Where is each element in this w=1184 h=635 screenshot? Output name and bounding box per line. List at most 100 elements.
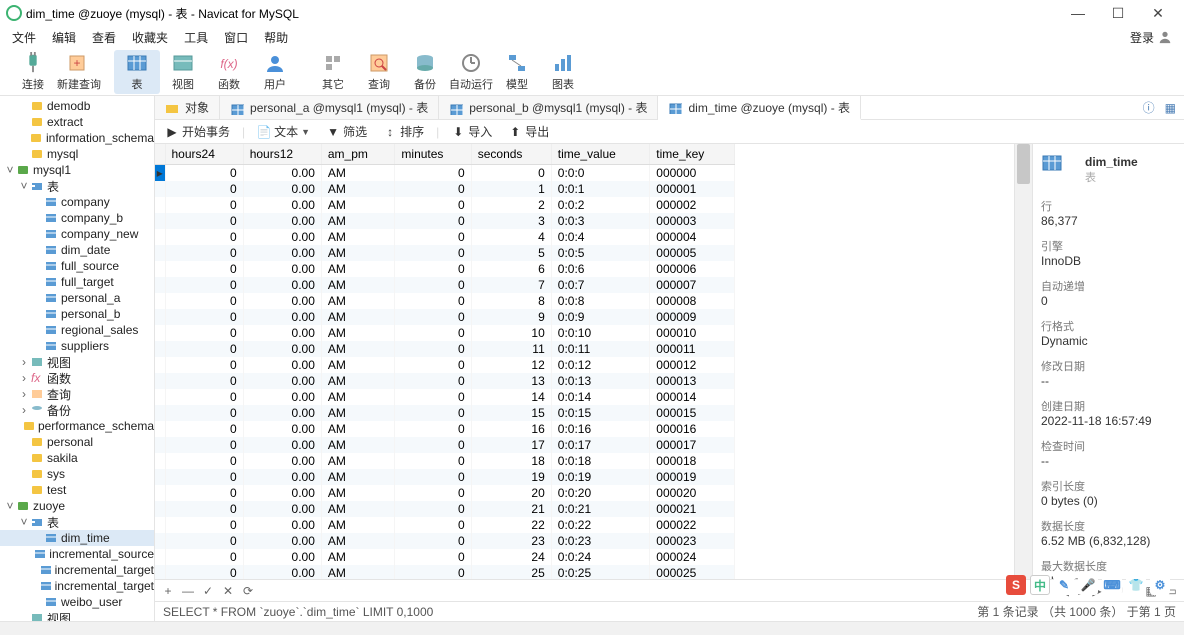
tree-node-company_new[interactable]: company_new [0, 226, 154, 242]
tree-node-company_b[interactable]: company_b [0, 210, 154, 226]
col-minutes[interactable]: minutes [395, 144, 471, 164]
table-row[interactable]: 00.00AM0150:0:15000015 [155, 405, 735, 421]
tree-node-表[interactable]: ˅表 [0, 178, 154, 194]
table-row[interactable]: 00.00AM040:0:4000004 [155, 229, 735, 245]
vertical-scrollbar[interactable] [1014, 144, 1032, 579]
menu-3[interactable]: 收藏夹 [124, 27, 176, 48]
table-row[interactable]: 00.00AM070:0:7000007 [155, 277, 735, 293]
tree-node-视图[interactable]: 视图 [0, 610, 154, 621]
close-button[interactable]: ✕ [1138, 5, 1178, 22]
table-row[interactable]: ▸00.00AM000:0:0000000 [155, 164, 735, 181]
tree-node-表[interactable]: ˅表 [0, 514, 154, 530]
tree-node-查询[interactable]: ›查询 [0, 386, 154, 402]
tree-node-函数[interactable]: ›fx函数 [0, 370, 154, 386]
menu-4[interactable]: 工具 [176, 27, 216, 48]
subtb-filter-button[interactable]: ▼筛选 [322, 122, 371, 142]
toolbar-plug-button[interactable]: 连接 [10, 50, 56, 94]
col-time_value[interactable]: time_value [551, 144, 650, 164]
tree-node-personal[interactable]: personal [0, 434, 154, 450]
tree-node-extract[interactable]: extract [0, 114, 154, 130]
tree-node-zuoye[interactable]: ˅zuoye [0, 498, 154, 514]
refresh-button[interactable]: ⟳ [241, 584, 255, 598]
tree-node-information_schema[interactable]: information_schema [0, 130, 154, 146]
twisty-icon[interactable]: ˅ [4, 163, 16, 177]
menu-6[interactable]: 帮助 [256, 27, 296, 48]
table-row[interactable]: 00.00AM0220:0:22000022 [155, 517, 735, 533]
tree-node-test[interactable]: test [0, 482, 154, 498]
toolbar-view-button[interactable]: 视图 [160, 50, 206, 94]
table-row[interactable]: 00.00AM0160:0:16000016 [155, 421, 735, 437]
col-seconds[interactable]: seconds [471, 144, 551, 164]
table-row[interactable]: 00.00AM0120:0:12000012 [155, 357, 735, 373]
tab-对象[interactable]: 对象 [155, 96, 220, 119]
menu-0[interactable]: 文件 [4, 27, 44, 48]
commit-button[interactable]: ✓ [201, 584, 215, 598]
tree-node-company[interactable]: company [0, 194, 154, 210]
tree-node-incremental_target[interactable]: incremental_target [0, 578, 154, 594]
col-am_pm[interactable]: am_pm [321, 144, 395, 164]
grid-icon[interactable]: ▦ [1165, 101, 1176, 115]
menu-2[interactable]: 查看 [84, 27, 124, 48]
toolbar-other-button[interactable]: 其它 [310, 50, 356, 94]
subtb-txt-button[interactable]: 📄文本 ▼ [253, 122, 314, 142]
delete-row-button[interactable]: — [181, 584, 195, 598]
twisty-icon[interactable]: › [18, 387, 30, 401]
table-row[interactable]: 00.00AM0230:0:23000023 [155, 533, 735, 549]
toolbar-newq-button[interactable]: +新建查询 [56, 50, 102, 94]
tree-node-suppliers[interactable]: suppliers [0, 338, 154, 354]
tree-node-sakila[interactable]: sakila [0, 450, 154, 466]
tree-node-mysql1[interactable]: ˅mysql1 [0, 162, 154, 178]
data-grid[interactable]: hours24hours12am_pmminutessecondstime_va… [155, 144, 1014, 579]
tab-personal_b[interactable]: personal_b @mysql1 (mysql) - 表 [439, 96, 658, 119]
subtb-tx-button[interactable]: ▶开始事务 [161, 122, 234, 142]
toolbar-user-button[interactable]: 用户 [252, 50, 298, 94]
table-row[interactable]: 00.00AM0210:0:21000021 [155, 501, 735, 517]
table-row[interactable]: 00.00AM080:0:8000008 [155, 293, 735, 309]
toolbar-chart-button[interactable]: 图表 [540, 50, 586, 94]
tree-node-dim_date[interactable]: dim_date [0, 242, 154, 258]
tab-dim_time[interactable]: dim_time @zuoye (mysql) - 表 [658, 96, 861, 120]
table-row[interactable]: 00.00AM090:0:9000009 [155, 309, 735, 325]
tree-node-weibo_user[interactable]: weibo_user [0, 594, 154, 610]
toolbar-table-button[interactable]: 表 [114, 50, 160, 94]
tree-node-full_source[interactable]: full_source [0, 258, 154, 274]
col-hours12[interactable]: hours12 [243, 144, 321, 164]
table-row[interactable]: 00.00AM050:0:5000005 [155, 245, 735, 261]
sidebar-tree[interactable]: demodbextractinformation_schemamysql˅mys… [0, 96, 155, 621]
table-row[interactable]: 00.00AM0190:0:19000019 [155, 469, 735, 485]
maximize-button[interactable]: ☐ [1098, 5, 1138, 22]
toolbar-fx-button[interactable]: f(x)函数 [206, 50, 252, 94]
table-row[interactable]: 00.00AM0140:0:14000014 [155, 389, 735, 405]
table-row[interactable]: 00.00AM060:0:6000006 [155, 261, 735, 277]
tree-node-mysql[interactable]: mysql [0, 146, 154, 162]
menu-1[interactable]: 编辑 [44, 27, 84, 48]
table-row[interactable]: 00.00AM0170:0:17000017 [155, 437, 735, 453]
tree-node-demodb[interactable]: demodb [0, 98, 154, 114]
toolbar-model-button[interactable]: 模型 [494, 50, 540, 94]
tree-node-dim_time[interactable]: dim_time [0, 530, 154, 546]
toolbar-backup-button[interactable]: 备份 [402, 50, 448, 94]
cancel-button[interactable]: ✕ [221, 584, 235, 598]
tree-node-视图[interactable]: ›视图 [0, 354, 154, 370]
tab-personal_a[interactable]: personal_a @mysql1 (mysql) - 表 [220, 96, 439, 119]
tree-node-regional_sales[interactable]: regional_sales [0, 322, 154, 338]
twisty-icon[interactable]: ˅ [18, 515, 30, 529]
table-row[interactable]: 00.00AM0200:0:20000020 [155, 485, 735, 501]
twisty-icon[interactable]: ˅ [4, 499, 16, 513]
col-time_key[interactable]: time_key [650, 144, 735, 164]
tree-node-performance_schema[interactable]: performance_schema [0, 418, 154, 434]
twisty-icon[interactable]: ˅ [18, 179, 30, 193]
tree-node-备份[interactable]: ›备份 [0, 402, 154, 418]
subtb-export-button[interactable]: ⬆导出 [504, 122, 553, 142]
table-row[interactable]: 00.00AM0110:0:11000011 [155, 341, 735, 357]
toolbar-auto-button[interactable]: 自动运行 [448, 50, 494, 94]
subtb-import-button[interactable]: ⬇导入 [447, 122, 496, 142]
tree-node-personal_a[interactable]: personal_a [0, 290, 154, 306]
col-hours24[interactable]: hours24 [165, 144, 243, 164]
tree-node-personal_b[interactable]: personal_b [0, 306, 154, 322]
add-row-button[interactable]: + [161, 584, 175, 598]
table-row[interactable]: 00.00AM0100:0:10000010 [155, 325, 735, 341]
table-row[interactable]: 00.00AM0180:0:18000018 [155, 453, 735, 469]
table-row[interactable]: 00.00AM0240:0:24000024 [155, 549, 735, 565]
tree-node-full_target[interactable]: full_target [0, 274, 154, 290]
